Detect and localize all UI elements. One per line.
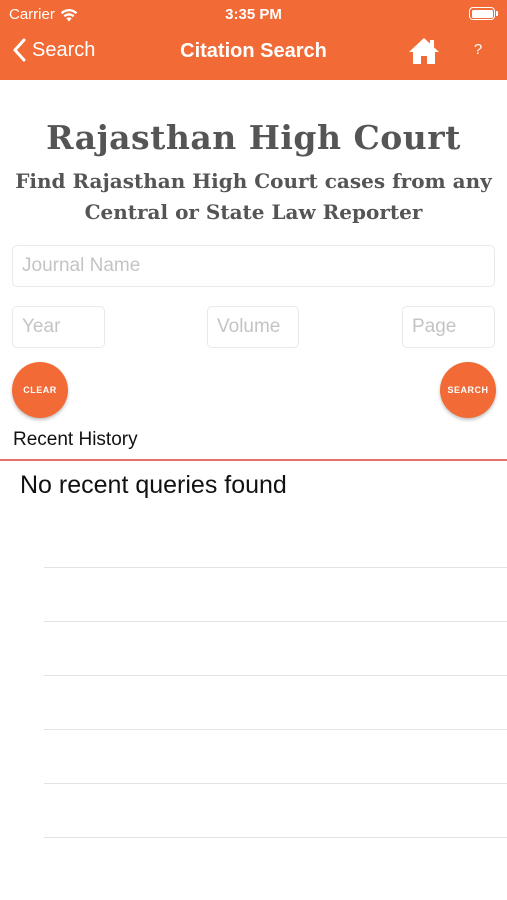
history-list [44,567,507,891]
search-button[interactable]: SEARCH [440,362,496,418]
navigation-bar: Search Citation Search ? [0,30,507,76]
recent-history-heading: Recent History [13,429,138,450]
home-icon[interactable] [408,36,440,66]
header-bar: Carrier 3:35 PM Search Citation Search ? [0,0,507,80]
battery-level [471,9,493,18]
list-separator [44,675,507,676]
empty-state-message: No recent queries found [20,471,287,499]
status-time: 3:35 PM [225,6,282,23]
volume-input[interactable] [207,306,299,348]
court-title: Rajasthan High Court [46,118,461,157]
page-input[interactable] [402,306,495,348]
list-separator [44,729,507,730]
section-divider [0,459,507,461]
status-bar: Carrier 3:35 PM [0,0,507,28]
year-input[interactable] [12,306,105,348]
list-separator [44,567,507,568]
battery-icon [469,7,498,20]
list-separator [44,621,507,622]
clear-button[interactable]: CLEAR [12,362,68,418]
list-separator [44,837,507,838]
help-button[interactable]: ? [468,41,488,58]
list-separator [44,783,507,784]
journal-name-input[interactable] [12,245,495,287]
court-subtitle: Find Rajasthan High Court cases from any… [15,169,492,224]
